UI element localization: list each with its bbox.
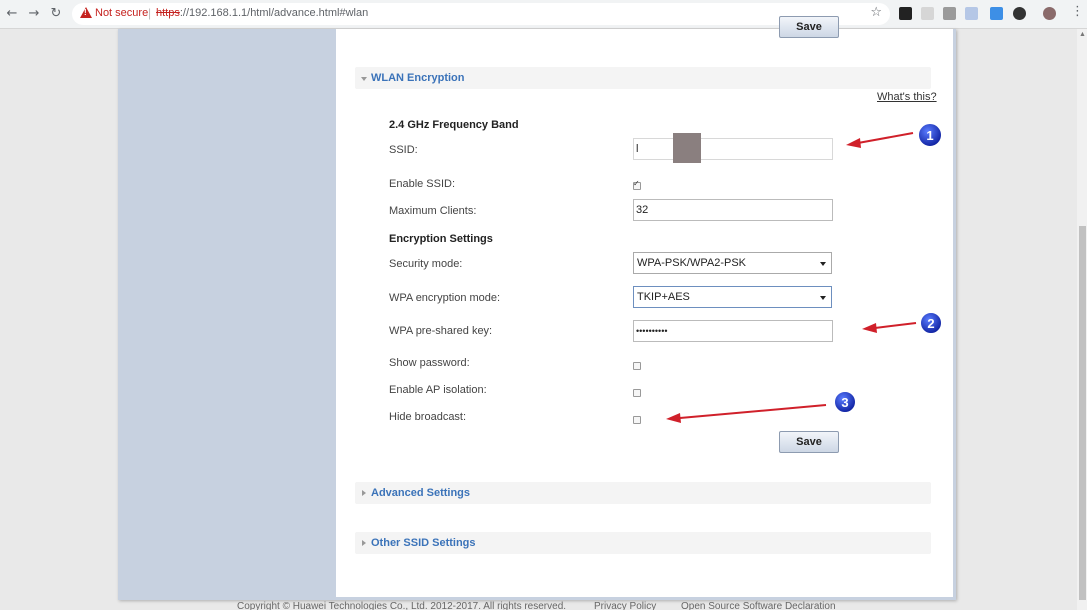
badge-number: 3 (841, 395, 848, 410)
annotation-badge-2: 2 (919, 311, 943, 335)
annotation-overlay: 1 2 3 (666, 122, 943, 423)
open-source-link[interactable]: Open Source Software Declaration (681, 601, 836, 610)
badge-number: 2 (927, 316, 934, 331)
copyright-text: Copyright © Huawei Technologies Co., Ltd… (237, 601, 567, 610)
privacy-policy-link[interactable]: Privacy Policy (594, 601, 656, 610)
annotation-arrow-2 (862, 322, 917, 333)
badge-number: 1 (926, 128, 933, 143)
annotation-arrow-3 (666, 404, 827, 423)
annotation-arrow-1 (846, 132, 914, 148)
annotation-badge-1: 1 (917, 122, 943, 148)
annotation-badge-3: 3 (833, 390, 857, 414)
